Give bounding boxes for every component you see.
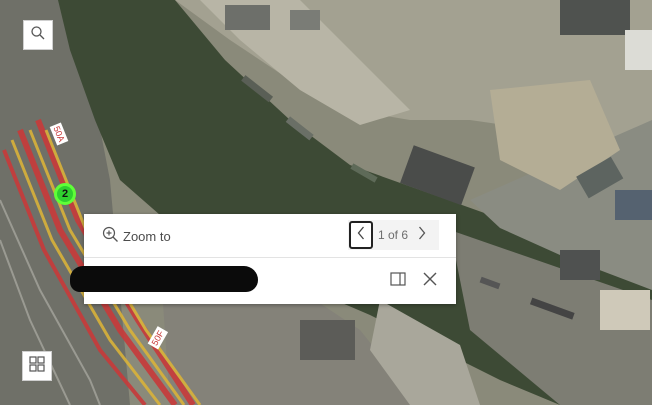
map-view[interactable]: 50A 50F bbox=[0, 0, 652, 405]
basemap-gallery-icon bbox=[28, 355, 46, 378]
cluster-marker[interactable]: 2 bbox=[54, 183, 76, 205]
feature-popup: Zoom to 1 of 6 bbox=[70, 214, 456, 304]
aerial-imagery bbox=[0, 0, 652, 405]
zoom-in-icon bbox=[102, 226, 119, 246]
popup-title-redacted bbox=[70, 266, 258, 292]
close-button[interactable] bbox=[420, 271, 440, 291]
chevron-left-icon bbox=[357, 226, 365, 245]
feature-pager: 1 of 6 bbox=[348, 220, 439, 250]
search-icon bbox=[30, 25, 46, 46]
pager-count: 1 of 6 bbox=[378, 228, 409, 242]
previous-feature-button[interactable] bbox=[349, 221, 373, 249]
chevron-right-icon bbox=[418, 226, 426, 245]
close-icon bbox=[423, 272, 437, 291]
dock-icon bbox=[390, 271, 406, 291]
next-feature-button[interactable] bbox=[412, 221, 432, 249]
popup-divider bbox=[84, 257, 456, 258]
dock-button[interactable] bbox=[388, 271, 408, 291]
zoom-to-label: Zoom to bbox=[123, 228, 171, 244]
basemap-gallery-button[interactable] bbox=[22, 351, 52, 381]
popup-header: Zoom to 1 of 6 bbox=[84, 214, 456, 257]
search-button[interactable] bbox=[23, 20, 53, 50]
zoom-to-action[interactable]: Zoom to bbox=[102, 226, 171, 246]
